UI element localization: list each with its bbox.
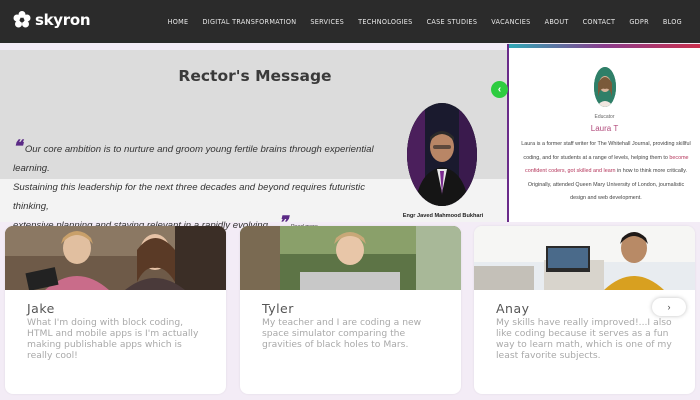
- brand-logo[interactable]: skyron: [12, 10, 91, 30]
- rector-quote: ❝ Our core ambition is to nurture and gr…: [13, 137, 383, 237]
- main-menu: HOME DIGITAL TRANSFORMATION SERVICES TEC…: [168, 0, 682, 43]
- rector-caption: Engr Javed Mahmood Bukhari: [402, 213, 484, 219]
- open-quote-icon: ❝: [13, 137, 23, 156]
- nav-home[interactable]: HOME: [168, 17, 189, 26]
- card-name: Anay: [496, 301, 530, 316]
- panel-slider-prev-button[interactable]: ‹: [491, 81, 508, 98]
- card-quote: My teacher and I are coding a new space …: [262, 317, 422, 350]
- educator-bio: Laura is a former staff writer for The W…: [521, 138, 691, 206]
- nav-digital-transformation[interactable]: DIGITAL TRANSFORMATION: [202, 17, 296, 26]
- card-name: Jake: [27, 301, 55, 316]
- nav-gdpr[interactable]: GDPR: [629, 17, 649, 26]
- logo-flower-icon: [13, 11, 31, 28]
- rector-photo: [407, 103, 477, 206]
- nav-vacancies[interactable]: VACANCIES: [491, 17, 530, 26]
- panel-gradient-bar: [509, 44, 700, 48]
- nav-contact[interactable]: CONTACT: [583, 17, 616, 26]
- testimonial-card-tyler: Tyler My teacher and I are coding a new …: [240, 226, 461, 394]
- card-name: Tyler: [262, 301, 294, 316]
- quote-line-1: Our core ambition is to nurture and groo…: [13, 144, 374, 174]
- educator-bio-part1: Laura is a former staff writer for The W…: [521, 141, 691, 161]
- rector-title: Rector's Message: [178, 67, 332, 85]
- educator-name: Laura T: [590, 124, 619, 133]
- quote-line-2: Sustaining this leadership for the next …: [13, 182, 365, 212]
- testimonial-card-jake: Jake What I'm doing with block coding, H…: [5, 226, 226, 394]
- nav-blog[interactable]: BLOG: [663, 17, 682, 26]
- card-quote: My skills have really improved!...I also…: [496, 317, 672, 361]
- top-navbar: skyron HOME DIGITAL TRANSFORMATION SERVI…: [0, 0, 700, 43]
- card-photo-anay: [474, 226, 695, 290]
- nav-about[interactable]: ABOUT: [545, 17, 569, 26]
- brand-name: skyron: [35, 11, 91, 29]
- card-photo-tyler: [240, 226, 461, 290]
- card-photo-jake: [5, 226, 226, 290]
- educator-avatar: [594, 67, 616, 107]
- nav-technologies[interactable]: TECHNOLOGIES: [358, 17, 412, 26]
- nav-case-studies[interactable]: CASE STUDIES: [427, 17, 478, 26]
- carousel-next-button[interactable]: ›: [652, 298, 686, 316]
- educator-testimonial-panel: Educator Laura T Laura is a former staff…: [507, 44, 700, 222]
- nav-services[interactable]: SERVICES: [310, 17, 344, 26]
- card-quote: What I'm doing with block coding, HTML a…: [27, 317, 199, 361]
- educator-role: Educator: [594, 114, 615, 120]
